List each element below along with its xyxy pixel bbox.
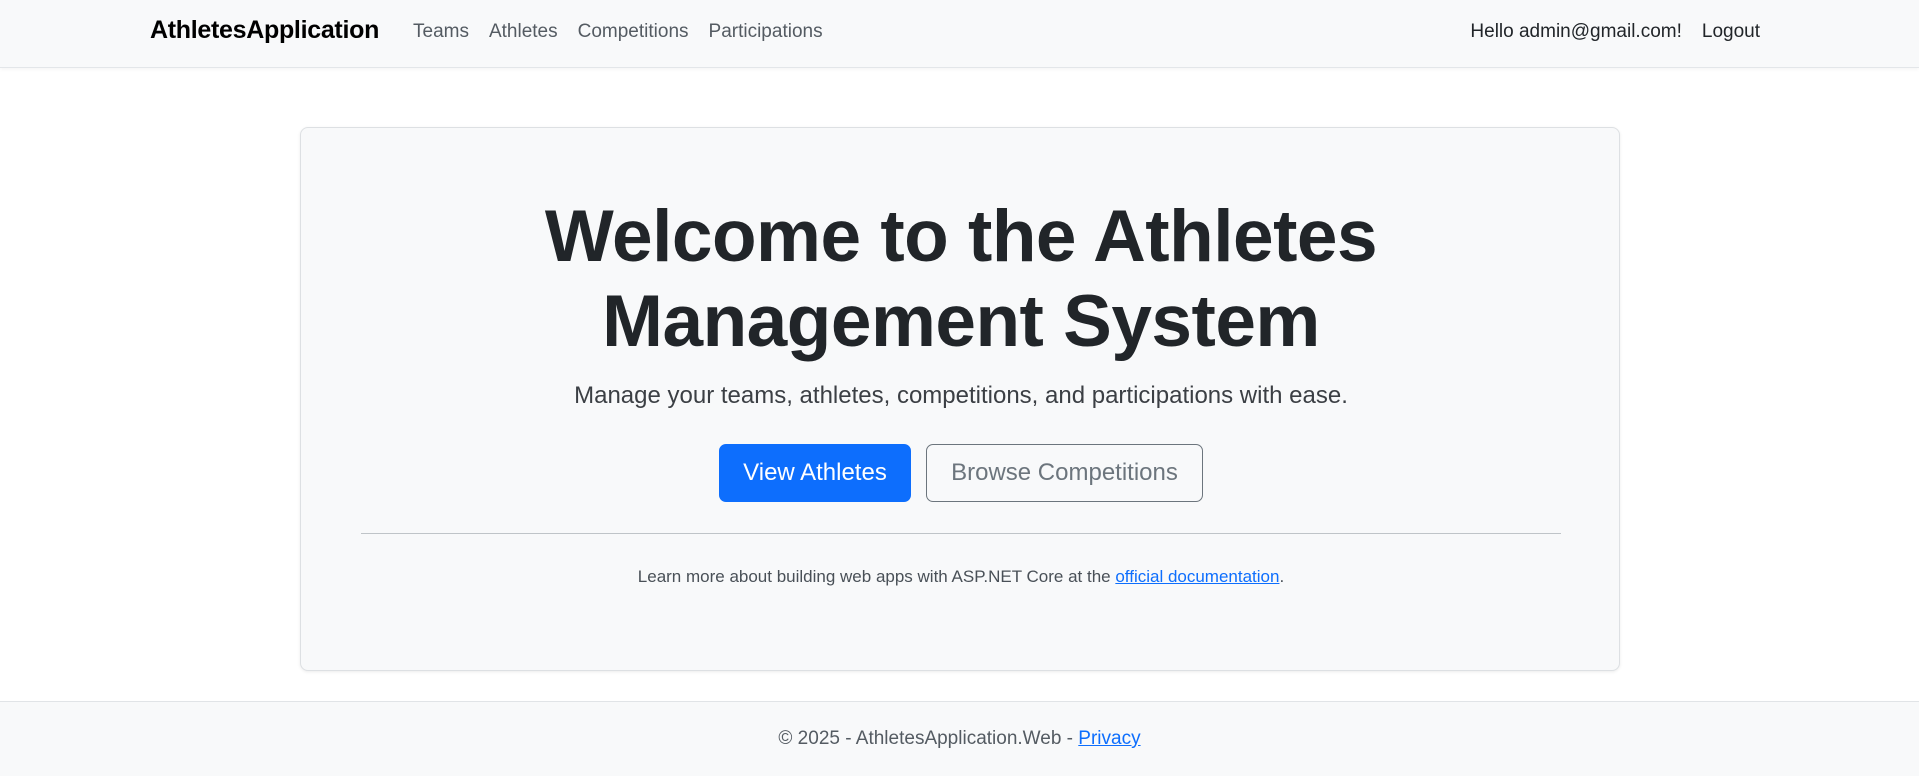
official-documentation-link[interactable]: official documentation (1115, 567, 1279, 586)
browse-competitions-button[interactable]: Browse Competitions (926, 444, 1203, 502)
nav-link-competitions[interactable]: Competitions (578, 21, 689, 43)
learn-more-suffix: . (1279, 567, 1285, 586)
privacy-link[interactable]: Privacy (1078, 728, 1140, 749)
learn-more-prefix: Learn more about building web apps with … (637, 567, 1116, 586)
hero-card: Welcome to the Athletes Management Syste… (300, 127, 1620, 671)
footer-copyright: © 2025 - AthletesApplication.Web - (778, 728, 1079, 749)
learn-more-text: Learn more about building web apps with … (301, 567, 1621, 587)
view-athletes-button[interactable]: View Athletes (719, 444, 911, 502)
divider (361, 533, 1561, 534)
nav-links: Teams Athletes Competitions Participatio… (413, 21, 823, 43)
top-navbar: AthletesApplication Teams Athletes Compe… (0, 0, 1919, 68)
nav-link-participations[interactable]: Participations (709, 21, 823, 43)
hero-buttons: View Athletes Browse Competitions (301, 444, 1621, 502)
hero-title-line1: Welcome to the Athletes (544, 196, 1378, 277)
user-greeting[interactable]: Hello admin@gmail.com! (1470, 21, 1681, 43)
hero-title-line2: Management System (602, 281, 1320, 362)
footer-text: © 2025 - AthletesApplication.Web - Priva… (0, 728, 1919, 750)
logout-link[interactable]: Logout (1702, 21, 1760, 43)
nav-user-area: Hello admin@gmail.com! Logout (1470, 21, 1760, 43)
page-footer: © 2025 - AthletesApplication.Web - Priva… (0, 701, 1919, 776)
nav-link-athletes[interactable]: Athletes (489, 21, 558, 43)
nav-link-teams[interactable]: Teams (413, 21, 469, 43)
brand-link[interactable]: AthletesApplication (150, 16, 379, 45)
hero-subtitle: Manage your teams, athletes, competition… (574, 382, 1348, 409)
hero-title: Welcome to the Athletes Management Syste… (301, 194, 1621, 364)
